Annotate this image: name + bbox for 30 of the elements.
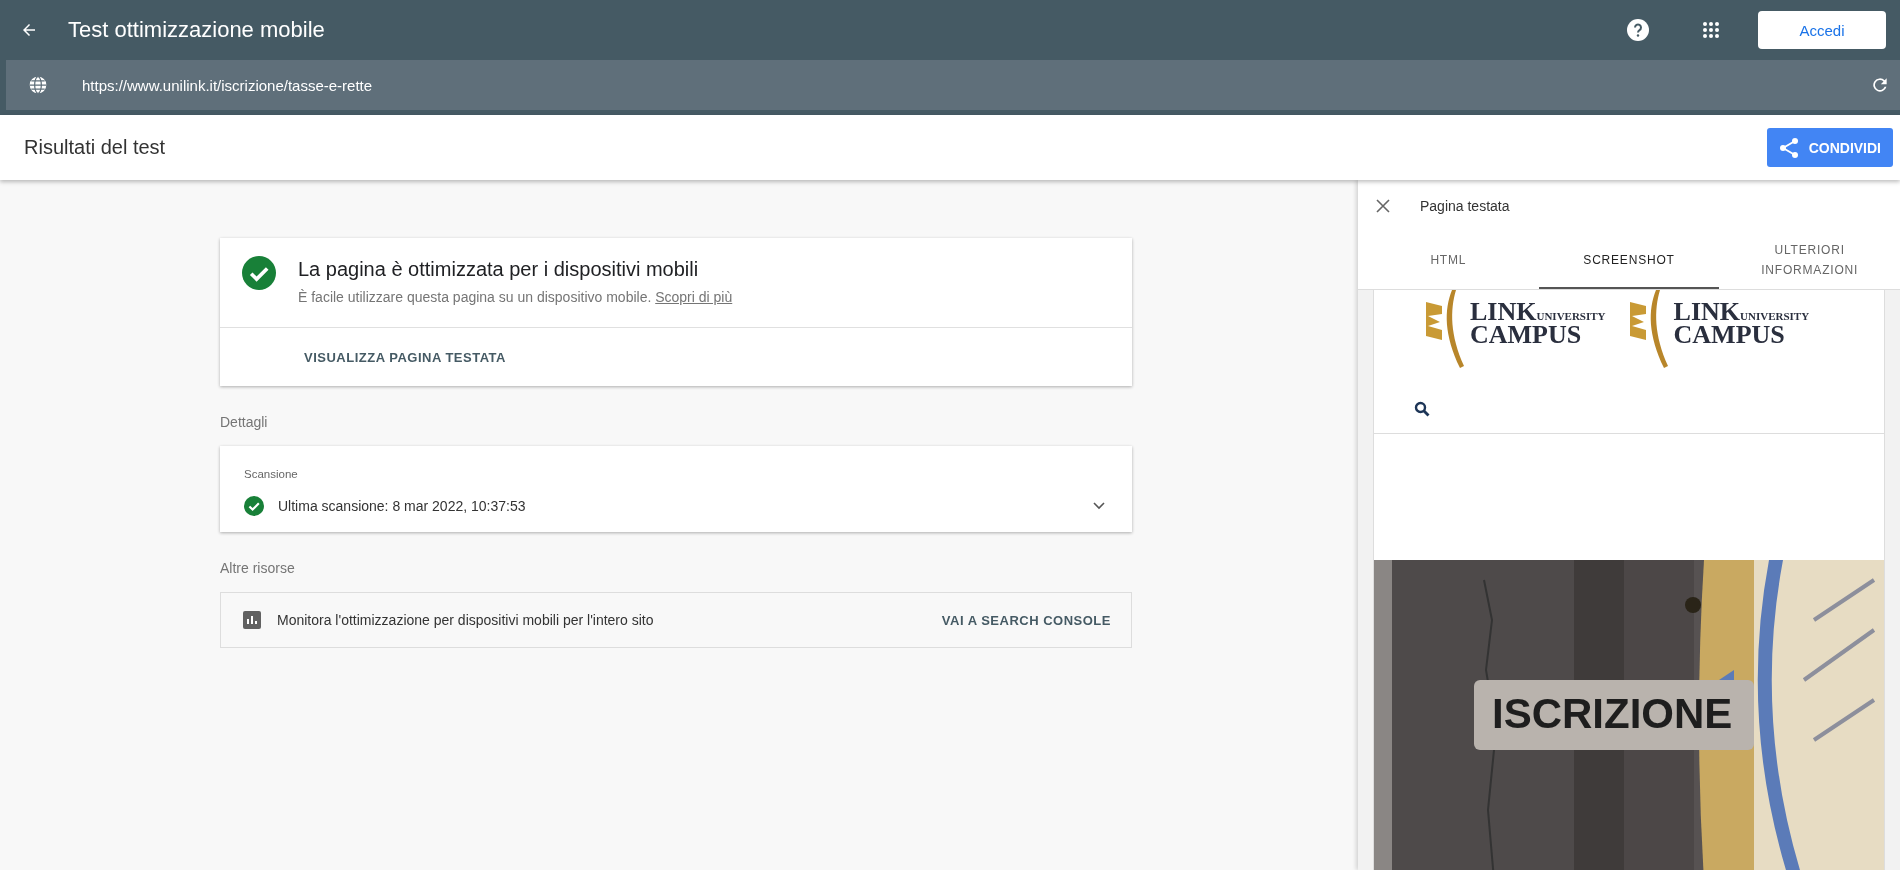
- crawl-status: Ultima scansione: 8 mar 2022, 10:37:53: [278, 498, 527, 514]
- globe-icon: [28, 75, 48, 95]
- share-button[interactable]: CONDIVIDI: [1766, 128, 1893, 167]
- apps-grid-icon[interactable]: [1702, 21, 1720, 39]
- close-icon[interactable]: [1376, 199, 1390, 213]
- result-description: È facile utilizzare questa pagina su un dispositivo mobile. Scopri di più: [298, 289, 733, 305]
- search-console-button[interactable]: VAI A SEARCH CONSOLE: [941, 612, 1111, 628]
- crawl-label: Scansione: [244, 468, 299, 480]
- app-title: Test ottimizzazione mobile: [68, 17, 326, 43]
- tab[interactable]: ULTERIORI INFORMAZIONI: [1719, 232, 1900, 289]
- help-icon[interactable]: [1626, 18, 1650, 42]
- university-logo: LINKUNIVERSITY CAMPUS: [1625, 290, 1810, 385]
- resource-text: Monitora l'ottimizzazione per dispositivi mobili per l'intero sito: [277, 612, 655, 628]
- search-icon[interactable]: [1414, 401, 1430, 417]
- tab[interactable]: HTML: [1358, 232, 1539, 289]
- panel-title: Pagina testata: [1420, 198, 1510, 214]
- view-tested-page-button[interactable]: VISUALIZZA PAGINA TESTATA: [304, 350, 506, 365]
- reload-icon[interactable]: [1870, 75, 1890, 95]
- university-logo: LINKUNIVERSITY CAMPUS: [1422, 290, 1606, 385]
- chevron-down-icon[interactable]: [1092, 501, 1106, 511]
- login-button[interactable]: Accedi: [1758, 11, 1886, 49]
- result-title: La pagina è ottimizzata per i dispositivi mobili: [298, 258, 700, 281]
- success-check-icon: [242, 256, 276, 290]
- preview-heading: ISCRIZIONE: [1492, 690, 1733, 738]
- section-heading: Dettagli: [220, 414, 269, 430]
- learn-more-link[interactable]: Scopri di più: [655, 289, 733, 305]
- section-heading: Altre risorse: [220, 560, 296, 576]
- success-check-icon: [244, 496, 264, 516]
- bar-chart-icon: [243, 611, 261, 629]
- page-heading: Risultati del test: [24, 136, 167, 159]
